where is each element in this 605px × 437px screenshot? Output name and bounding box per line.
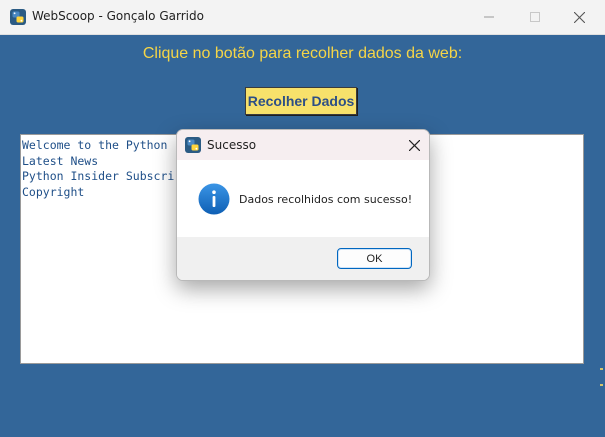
dialog-message: Dados recolhidos com sucesso! <box>239 193 413 206</box>
collect-data-button[interactable]: Recolher Dados <box>245 87 357 115</box>
dialog-title: Sucesso <box>207 138 257 152</box>
maximize-icon <box>530 12 540 22</box>
close-icon <box>573 11 585 23</box>
edge-mark <box>600 384 603 386</box>
window-title: WebScoop - Gonçalo Garrido <box>32 9 204 23</box>
minimize-icon <box>484 16 494 18</box>
dialog-body: Dados recolhidos com sucesso! <box>177 160 429 237</box>
maximize-button[interactable] <box>512 0 558 34</box>
title-bar[interactable]: WebScoop - Gonçalo Garrido <box>0 0 605 35</box>
dialog-title-bar[interactable]: Sucesso <box>177 130 429 160</box>
dialog-close-button[interactable] <box>399 130 429 160</box>
minimize-button[interactable] <box>466 0 512 34</box>
success-dialog: Sucesso Dados recolhidos com sucesso! OK <box>176 129 430 281</box>
close-icon <box>408 139 420 151</box>
dialog-footer: OK <box>177 237 429 280</box>
edge-mark <box>600 368 603 370</box>
python-icon <box>185 137 201 153</box>
ok-button[interactable]: OK <box>337 248 412 269</box>
python-icon <box>10 9 26 25</box>
info-icon <box>198 183 230 215</box>
prompt-label: Clique no botão para recolher dados da w… <box>142 45 463 62</box>
close-window-button[interactable] <box>556 0 602 34</box>
